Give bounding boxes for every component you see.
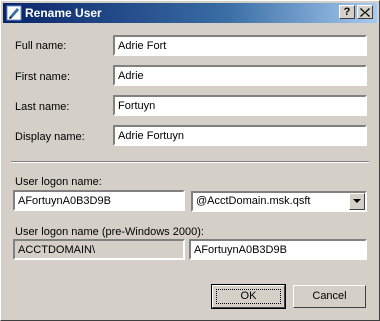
last-name-label: Last name:: [15, 101, 70, 113]
logon-name-field[interactable]: AFortuynA0B3D9B: [13, 190, 185, 211]
rename-user-dialog: Rename User ? Full name: Adrie Fort Firs…: [0, 0, 380, 321]
close-button[interactable]: [357, 5, 373, 19]
display-name-field[interactable]: Adrie Fortuyn: [113, 125, 367, 146]
close-icon: [360, 8, 370, 17]
cancel-button[interactable]: Cancel: [293, 285, 366, 308]
pre2000-domain-field: ACCTDOMAIN\: [13, 239, 185, 260]
cancel-label: Cancel: [312, 290, 347, 302]
domain-suffix-select[interactable]: @AcctDomain.msk.qsft: [191, 191, 367, 212]
logon-name-label: User logon name:: [15, 176, 102, 188]
pre2000-logon-field[interactable]: AFortuynA0B3D9B: [189, 239, 367, 260]
full-name-label: Full name:: [15, 40, 67, 52]
ok-label: OK: [240, 290, 257, 302]
chevron-down-icon: [353, 199, 361, 203]
domain-suffix-value: @AcctDomain.msk.qsft: [196, 195, 311, 207]
window-title: Rename User: [25, 6, 102, 20]
separator: [11, 161, 369, 163]
title-bar[interactable]: Rename User ?: [3, 3, 377, 23]
help-button[interactable]: ?: [339, 5, 355, 19]
ok-button[interactable]: OK: [211, 284, 286, 309]
full-name-field[interactable]: Adrie Fort: [113, 35, 367, 56]
pre2000-logon-label: User logon name (pre-Windows 2000):: [15, 226, 204, 238]
dropdown-button[interactable]: [349, 193, 365, 210]
app-icon: [6, 5, 22, 21]
first-name-field[interactable]: Adrie: [113, 65, 367, 86]
last-name-field[interactable]: Fortuyn: [113, 95, 367, 116]
first-name-label: First name:: [15, 71, 71, 83]
display-name-label: Display name:: [15, 131, 85, 143]
